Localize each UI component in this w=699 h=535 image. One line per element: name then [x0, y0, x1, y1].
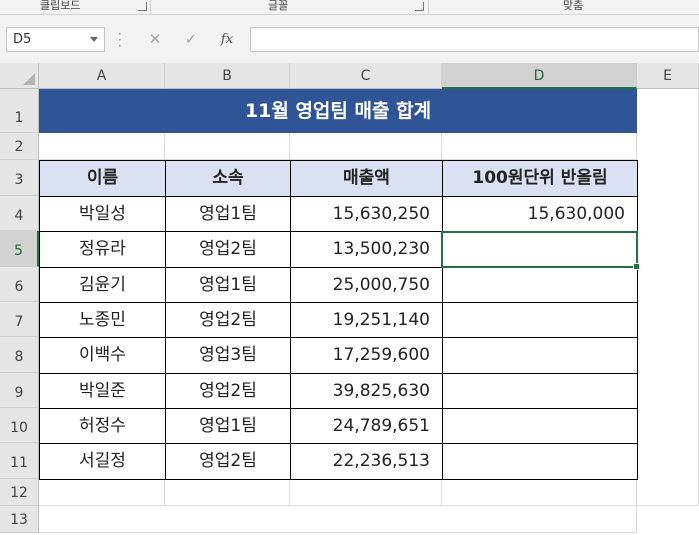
column-header-d[interactable]: D [442, 63, 637, 89]
row-header-9[interactable]: 9 [0, 373, 39, 408]
cell-d2[interactable] [442, 133, 637, 160]
cell-team[interactable]: 영업1팀 [165, 267, 291, 303]
cell-sales[interactable]: 39,825,630 [290, 373, 443, 409]
cell-name[interactable]: 허정수 [39, 408, 166, 444]
active-cell-selection[interactable] [441, 231, 640, 270]
cell-sales[interactable]: 25,000,750 [290, 267, 443, 303]
row-header-12[interactable]: 12 [0, 479, 39, 506]
header-name[interactable]: 이름 [39, 160, 166, 197]
cell-c12[interactable] [290, 479, 442, 506]
column-header-b[interactable]: B [165, 63, 290, 89]
chevron-down-icon[interactable] [90, 37, 98, 42]
select-all-icon [23, 73, 35, 85]
row-header-10[interactable]: 10 [0, 408, 39, 443]
cell-b2[interactable] [165, 133, 290, 160]
cell-rounded[interactable]: 15,630,000 [442, 196, 638, 232]
column-header-a[interactable]: A [39, 63, 165, 89]
cell-team[interactable]: 영업2팀 [165, 231, 291, 268]
cell-team[interactable]: 영업2팀 [165, 443, 291, 480]
cell-name[interactable]: 정유라 [39, 231, 166, 268]
ribbon-group-labels: 클립보드 글꼴 맞춤 [0, 0, 699, 15]
cell-name[interactable]: 박일준 [39, 373, 166, 409]
ribbon-group-alignment: 맞춤 [563, 0, 584, 12]
select-all-corner[interactable] [0, 63, 39, 89]
cell-a12[interactable] [39, 479, 165, 506]
ribbon-group-clipboard: 클립보드 [40, 0, 81, 12]
column-e-cells[interactable] [637, 89, 699, 506]
cell-name[interactable]: 서길정 [39, 443, 166, 480]
cell-team[interactable]: 영업1팀 [165, 408, 291, 444]
drag-handle-icon[interactable]: · · · [118, 28, 122, 52]
ribbon-group-font: 글꼴 [268, 0, 289, 12]
header-team[interactable]: 소속 [165, 160, 291, 197]
cell-team[interactable]: 영업3팀 [165, 337, 291, 374]
clipboard-dialog-launcher-icon[interactable] [138, 2, 147, 11]
column-header-c[interactable]: C [290, 63, 442, 89]
cell-name[interactable]: 박일성 [39, 196, 166, 232]
cell-sales[interactable]: 15,630,250 [290, 196, 443, 232]
cell-rounded[interactable] [442, 267, 638, 303]
cell-name[interactable]: 이백수 [39, 337, 166, 374]
cell-sales[interactable]: 13,500,230 [290, 231, 443, 268]
cell-rounded[interactable] [442, 302, 638, 338]
cell-rounded[interactable] [442, 373, 638, 409]
formula-input[interactable] [250, 27, 699, 52]
cell-sales[interactable]: 17,259,600 [290, 337, 443, 374]
row-header-4[interactable]: 4 [0, 196, 39, 231]
font-dialog-launcher-icon[interactable] [415, 2, 424, 11]
cell-rounded[interactable] [442, 408, 638, 444]
ribbon-separator [428, 0, 429, 14]
row-header-6[interactable]: 6 [0, 267, 39, 302]
cell-rounded[interactable] [442, 443, 638, 480]
cell-c2[interactable] [290, 133, 442, 160]
cell-name[interactable]: 노종민 [39, 302, 166, 338]
row-header-2[interactable]: 2 [0, 133, 39, 160]
insert-function-icon[interactable]: fx [214, 27, 240, 52]
cancel-icon[interactable]: ✕ [142, 27, 168, 52]
ribbon-separator [150, 0, 151, 14]
formula-bar-area: D5 · · · ✕ ✓ fx [0, 15, 699, 63]
formula-buttons: ✕ ✓ fx [134, 27, 246, 52]
cell-b12[interactable] [165, 479, 290, 506]
cell-team[interactable]: 영업2팀 [165, 302, 291, 338]
row-header-8[interactable]: 8 [0, 337, 39, 373]
row-header-1[interactable]: 1 [0, 89, 39, 133]
header-sales[interactable]: 매출액 [290, 160, 443, 197]
name-box[interactable]: D5 [6, 27, 105, 52]
cell-sales[interactable]: 22,236,513 [290, 443, 443, 480]
column-header-e[interactable]: E [637, 63, 699, 89]
row-header-13[interactable]: 13 [0, 506, 39, 533]
fill-handle[interactable] [633, 263, 640, 270]
cell-team[interactable]: 영업2팀 [165, 373, 291, 409]
cell-d12[interactable] [442, 479, 637, 506]
cell-rounded[interactable] [442, 337, 638, 374]
cell-sales[interactable]: 19,251,140 [290, 302, 443, 338]
cell-a2[interactable] [39, 133, 165, 160]
name-box-value: D5 [13, 32, 32, 47]
cell-team[interactable]: 영업1팀 [165, 196, 291, 232]
spreadsheet-grid: A B C D E 1 2 3 4 5 6 7 8 9 10 11 12 13 … [0, 63, 699, 533]
row-header-11[interactable]: 11 [0, 443, 39, 479]
row-header-7[interactable]: 7 [0, 302, 39, 337]
enter-icon[interactable]: ✓ [178, 27, 204, 52]
header-rounded[interactable]: 100원단위 반올림 [442, 160, 638, 197]
sheet-title[interactable]: 11월 영업팀 매출 합계 [39, 89, 637, 133]
row-13-cells[interactable] [39, 506, 637, 533]
row-header-5[interactable]: 5 [0, 231, 39, 267]
cell-name[interactable]: 김윤기 [39, 267, 166, 303]
row-header-3[interactable]: 3 [0, 160, 39, 196]
cell-sales[interactable]: 24,789,651 [290, 408, 443, 444]
